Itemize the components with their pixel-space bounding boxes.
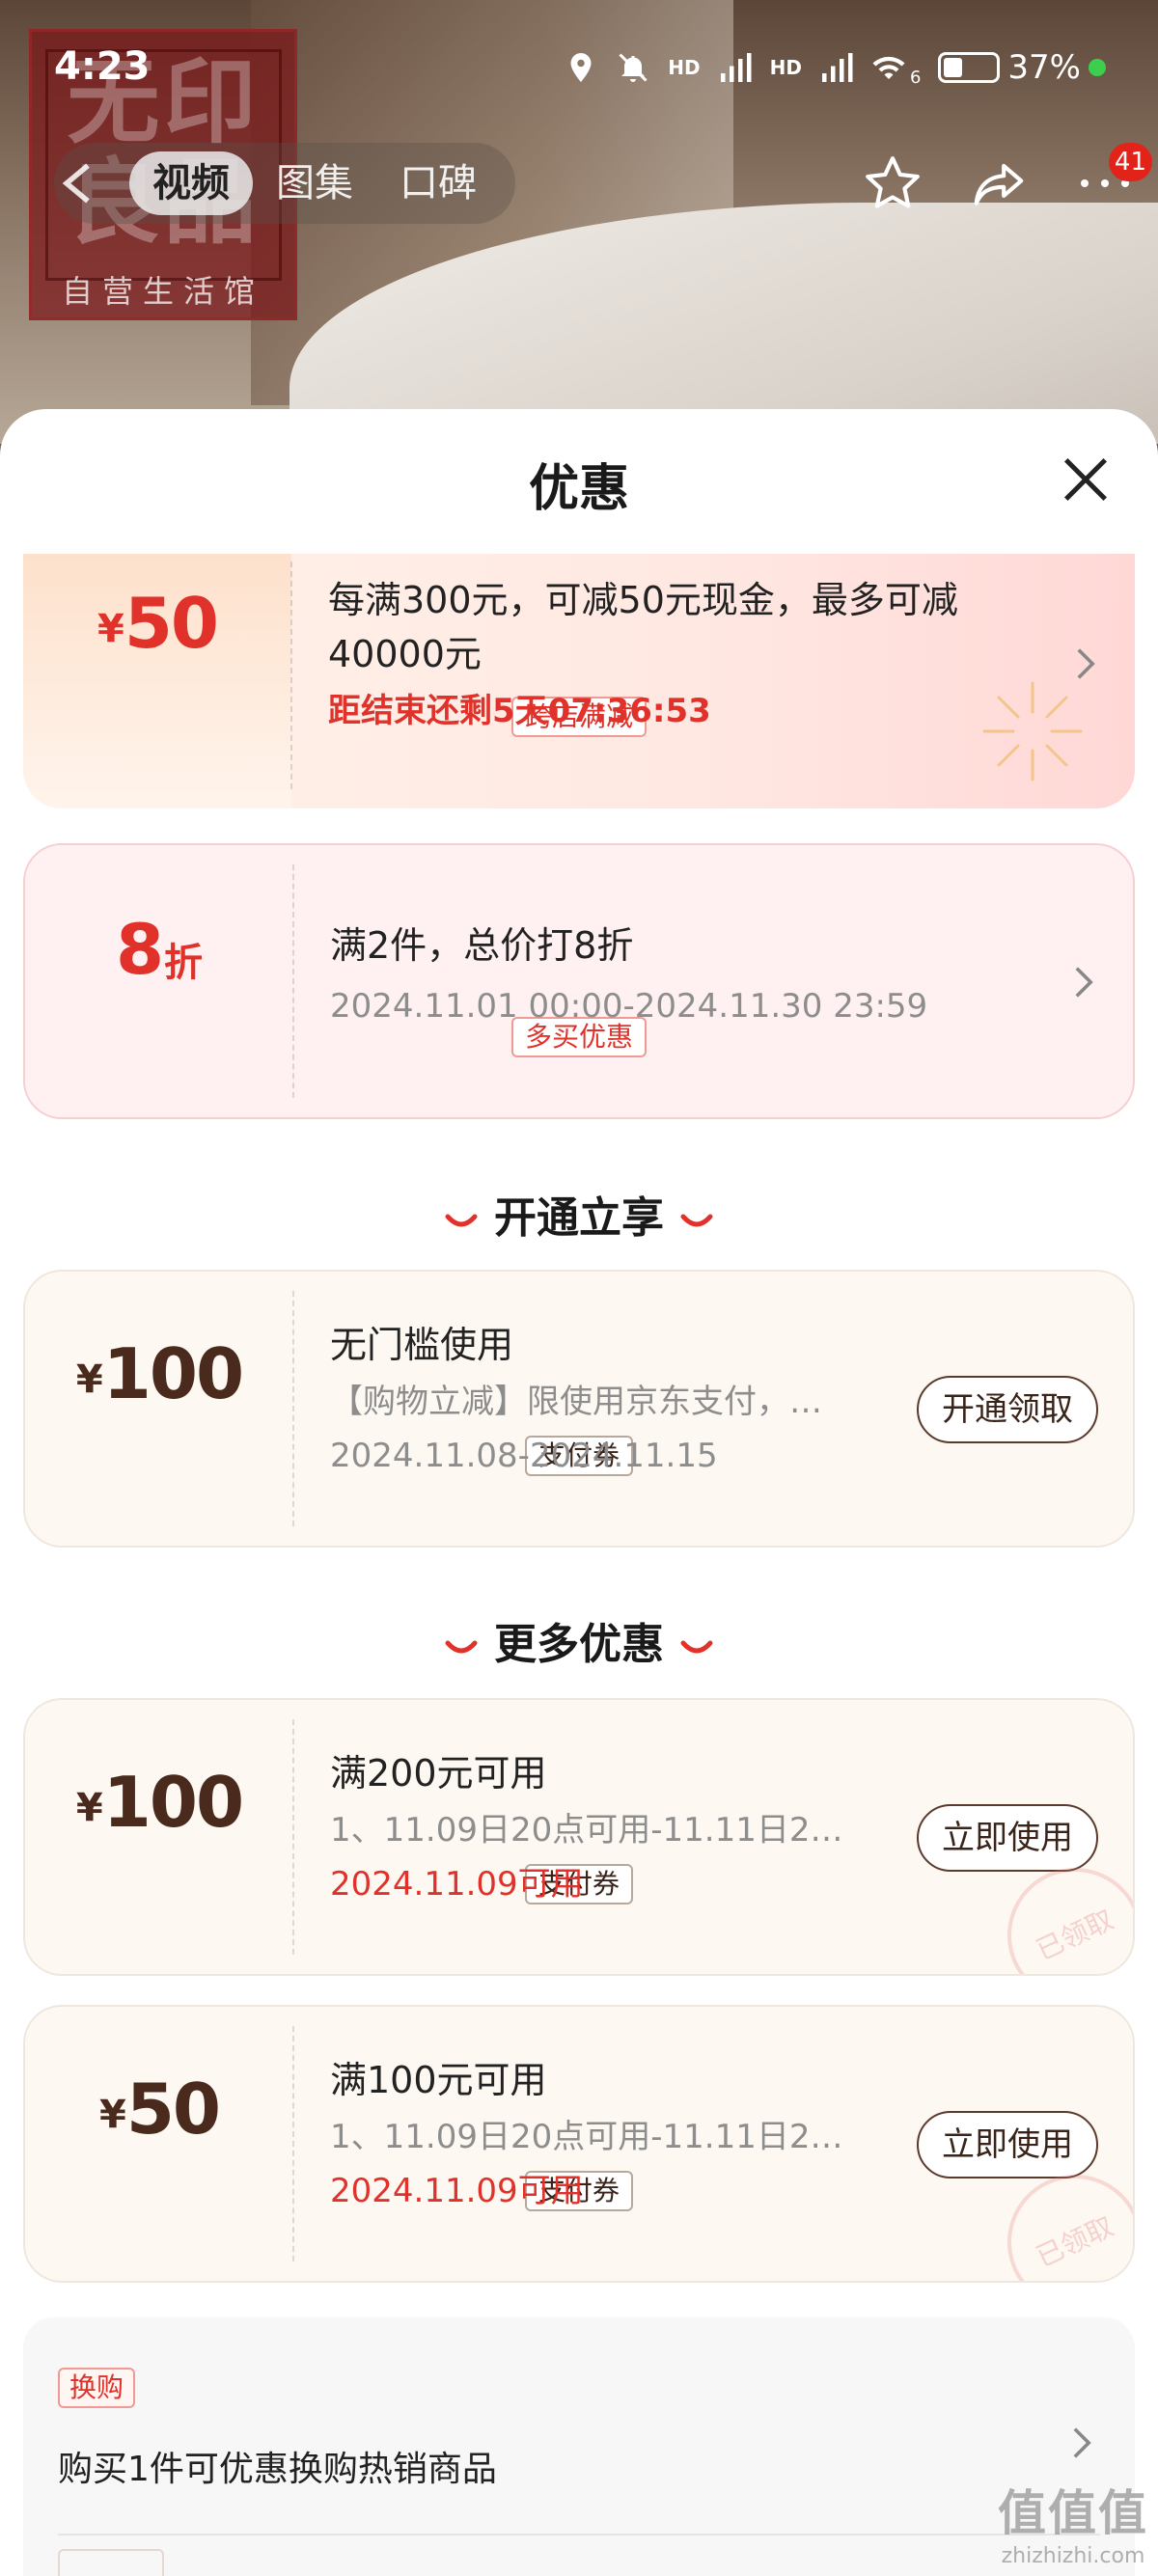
swap-description: 购买1件可优惠换购热销商品 [58, 2450, 497, 2489]
smile-decoration-icon [680, 1214, 713, 1227]
promo-clip: ¥50 跨店满减 每满300元，可减50元现金，最多可减40000元 距结束还剩… [0, 554, 1158, 834]
smile-decoration-icon [445, 1214, 478, 1227]
coupon-card-100[interactable]: ¥100 支付券 满200元可用 1、11.09日20点可用-11.11日24点… [23, 1698, 1135, 1976]
signal-bars-icon-1 [720, 52, 752, 82]
coupon-rule: 【购物立减】限使用京东支付，核... [330, 1383, 843, 1421]
swap-divider [58, 2534, 1100, 2535]
site-watermark: 值值值 zhizhizhi.com [998, 2475, 1148, 2568]
media-tabs: 视频 图集 口碑 [54, 143, 515, 224]
tab-video[interactable]: 视频 [129, 151, 253, 215]
open-claim-button[interactable]: 开通领取 [917, 1376, 1098, 1443]
coupon-content: 满100元可用 1、11.09日20点可用-11.11日24点... 2024.… [330, 2053, 843, 2215]
promo-content: 满2件，总价打8折 2024.11.01 00:00-2024.11.30 23… [330, 918, 1036, 1030]
coupon-amount: ¥50 [25, 2069, 293, 2150]
promo-countdown: 距结束还剩5天07:36:53 [328, 692, 711, 730]
swap-purchase-card[interactable]: 换购 购买1件可优惠换购热销商品 [23, 2317, 1135, 2576]
status-time: 4:23 [54, 44, 151, 89]
coupon-date: 2024.11.09可用 [330, 1865, 584, 1904]
amount-unit: 折 [164, 941, 204, 985]
amount-value: 8 [115, 909, 164, 990]
section-title-text: 更多优惠 [494, 1620, 664, 1669]
amount-value: 100 [102, 1762, 244, 1843]
promo-period: 2024.11.01 00:00-2024.11.30 23:59 [330, 987, 928, 1026]
wifi-icon [872, 56, 905, 79]
next-item-tag [58, 2549, 164, 2576]
section-title-more: 更多优惠 [0, 1609, 1158, 1671]
smile-decoration-icon [680, 1640, 713, 1654]
mute-bell-icon [619, 52, 648, 82]
coupon-content: 无门槛使用 【购物立减】限使用京东支付，核... 2024.11.08-2024… [330, 1318, 843, 1480]
amount-value: 50 [125, 2069, 221, 2150]
watermark-logo: 值值值 [998, 2485, 1148, 2541]
promo-card-cross-store[interactable]: ¥50 跨店满减 每满300元，可减50元现金，最多可减40000元 距结束还剩… [23, 554, 1135, 808]
share-icon [974, 163, 1024, 206]
coupon-content: 满200元可用 1、11.09日20点可用-11.11日24点... 2024.… [330, 1746, 843, 1908]
currency-symbol: ¥ [75, 1357, 103, 1402]
chevron-right-icon [1075, 967, 1093, 998]
top-actions: 41 [840, 143, 1158, 222]
swap-tag: 换购 [58, 2368, 136, 2408]
promo-description: 每满300元，可减50元现金，最多可减40000元 [328, 579, 958, 675]
more-menu-button[interactable]: 41 [1052, 143, 1158, 222]
battery-percent: 37% [1007, 47, 1081, 87]
promo-content: 每满300元，可减50元现金，最多可减40000元 距结束还剩5天07:36:5… [328, 573, 1038, 735]
chevron-right-icon [1073, 2427, 1091, 2458]
status-icons: HD HD 6 37% [564, 46, 1106, 88]
currency-symbol: ¥ [75, 1786, 103, 1830]
currency-symbol: ¥ [98, 2093, 126, 2137]
brand-subtitle: 自营生活馆 [61, 273, 264, 310]
coupon-card-50[interactable]: ¥50 支付券 满100元可用 1、11.09日20点可用-11.11日24点.… [23, 2005, 1135, 2283]
back-arrow-icon[interactable] [58, 162, 96, 205]
star-icon [866, 156, 920, 208]
status-bar: 4:23 HD HD 6 37% [0, 0, 1158, 135]
coupon-date: 2024.11.09可用 [330, 2172, 584, 2210]
use-now-button[interactable]: 立即使用 [917, 1804, 1098, 1872]
wifi-level: 6 [909, 68, 922, 88]
promo-amount: 8折 [25, 909, 293, 990]
coupon-rule: 1、11.09日20点可用-11.11日24点... [330, 1811, 843, 1850]
watermark-url: zhizhizhi.com [1001, 2544, 1145, 2568]
battery-indicator: 37% [938, 48, 1106, 87]
location-icon [570, 52, 592, 82]
amount-value: 100 [102, 1333, 244, 1414]
tab-gallery[interactable]: 图集 [253, 151, 376, 215]
privacy-dot-icon [1089, 58, 1106, 76]
coupon-amount: ¥100 [25, 1762, 293, 1843]
firework-decoration-icon [982, 681, 1083, 781]
signal-hd-icon-1: HD [668, 55, 701, 79]
promo-description: 满2件，总价打8折 [330, 924, 634, 967]
coupon-period: 2024.11.08-2024.11.15 [330, 1437, 718, 1475]
signal-hd-icon-2: HD [769, 55, 802, 79]
currency-symbol: ¥ [96, 607, 124, 651]
coupon-title: 无门槛使用 [330, 1324, 514, 1366]
sheet-title: 优惠 [528, 460, 629, 518]
coupon-amount: ¥100 [25, 1333, 293, 1414]
section-title-text: 开通立享 [494, 1193, 664, 1243]
favorite-button[interactable] [840, 145, 946, 222]
coupon-title: 满100元可用 [330, 2059, 547, 2101]
coupon-rule: 1、11.09日20点可用-11.11日24点... [330, 2118, 843, 2156]
promo-card-multi-buy[interactable]: 8折 多买优惠 满2件，总价打8折 2024.11.01 00:00-2024.… [23, 843, 1135, 1119]
promo-amount: ¥50 [23, 583, 291, 664]
promotions-sheet: 优惠 ¥50 跨店满减 每满300元，可减50元现金，最多可减40000元 距结… [0, 409, 1158, 2576]
amount-value: 50 [124, 583, 219, 664]
tab-reviews[interactable]: 口碑 [376, 151, 500, 215]
signal-bars-icon-2 [821, 52, 853, 82]
use-now-button[interactable]: 立即使用 [917, 2111, 1098, 2179]
coupon-card-open[interactable]: ¥100 支付券 无门槛使用 【购物立减】限使用京东支付，核... 2024.1… [23, 1270, 1135, 1548]
close-icon[interactable] [1060, 453, 1112, 506]
share-button[interactable] [946, 145, 1052, 222]
battery-icon [938, 51, 1001, 83]
section-title-open: 开通立享 [0, 1183, 1158, 1245]
smile-decoration-icon [445, 1640, 478, 1654]
coupon-title: 满200元可用 [330, 1752, 547, 1795]
message-badge: 41 [1108, 143, 1152, 181]
